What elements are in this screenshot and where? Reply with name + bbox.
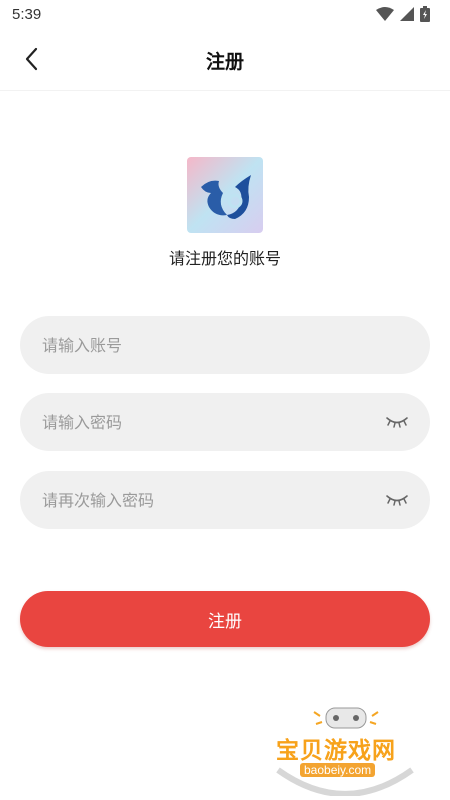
- watermark-url: baobeiy.com: [300, 763, 376, 777]
- status-bar: 5:39: [0, 0, 450, 30]
- status-icons: [376, 6, 430, 22]
- eye-closed-icon[interactable]: [384, 492, 410, 508]
- eye-closed-icon[interactable]: [384, 414, 410, 430]
- register-subtitle: 请注册您的账号: [168, 249, 281, 268]
- watermark: 宝贝游戏网 baobeiy.com: [270, 700, 420, 796]
- nav-bar: 注册: [0, 30, 450, 91]
- app-logo: [187, 157, 263, 233]
- register-button[interactable]: 注册: [20, 591, 430, 647]
- signal-icon: [400, 7, 414, 21]
- watermark-text: 宝贝游戏网: [276, 738, 396, 764]
- password-input[interactable]: [40, 411, 384, 433]
- account-input[interactable]: [40, 334, 410, 356]
- battery-icon: [420, 6, 430, 22]
- confirm-password-field: [20, 471, 430, 529]
- password-field: [20, 393, 430, 451]
- confirm-password-input[interactable]: [40, 489, 384, 511]
- status-time: 5:39: [12, 6, 42, 23]
- account-field: [20, 316, 430, 374]
- wifi-icon: [376, 7, 394, 21]
- page-title: 注册: [205, 51, 244, 73]
